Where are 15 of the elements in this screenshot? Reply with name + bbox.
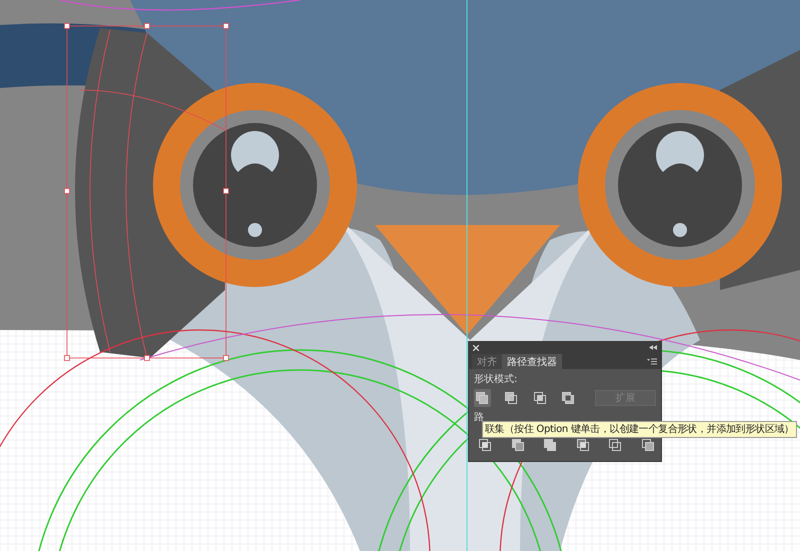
pathfinder-button[interactable] (640, 436, 656, 454)
panel-menu-icon[interactable] (647, 358, 657, 364)
collapse-icon[interactable] (649, 345, 657, 350)
pathfinder-button[interactable] (477, 436, 494, 454)
pathfinder-button[interactable] (607, 436, 624, 454)
section-heading: 形状模式: (474, 373, 518, 386)
shape-mode-button[interactable] (560, 389, 577, 407)
panel-tab[interactable]: 对齐 (472, 354, 502, 369)
shape-mode-button[interactable] (502, 389, 520, 407)
panel-tab[interactable]: 路径查找器 (502, 354, 562, 369)
close-icon[interactable] (473, 344, 479, 350)
shape-mode-button[interactable] (474, 389, 491, 407)
shape-mode-button[interactable] (531, 389, 548, 407)
tooltip: 联集（按住 Option 键单击，以创建一个复合形状，并添加到形状区域） (482, 421, 797, 438)
section-heading: 路 (474, 411, 485, 424)
